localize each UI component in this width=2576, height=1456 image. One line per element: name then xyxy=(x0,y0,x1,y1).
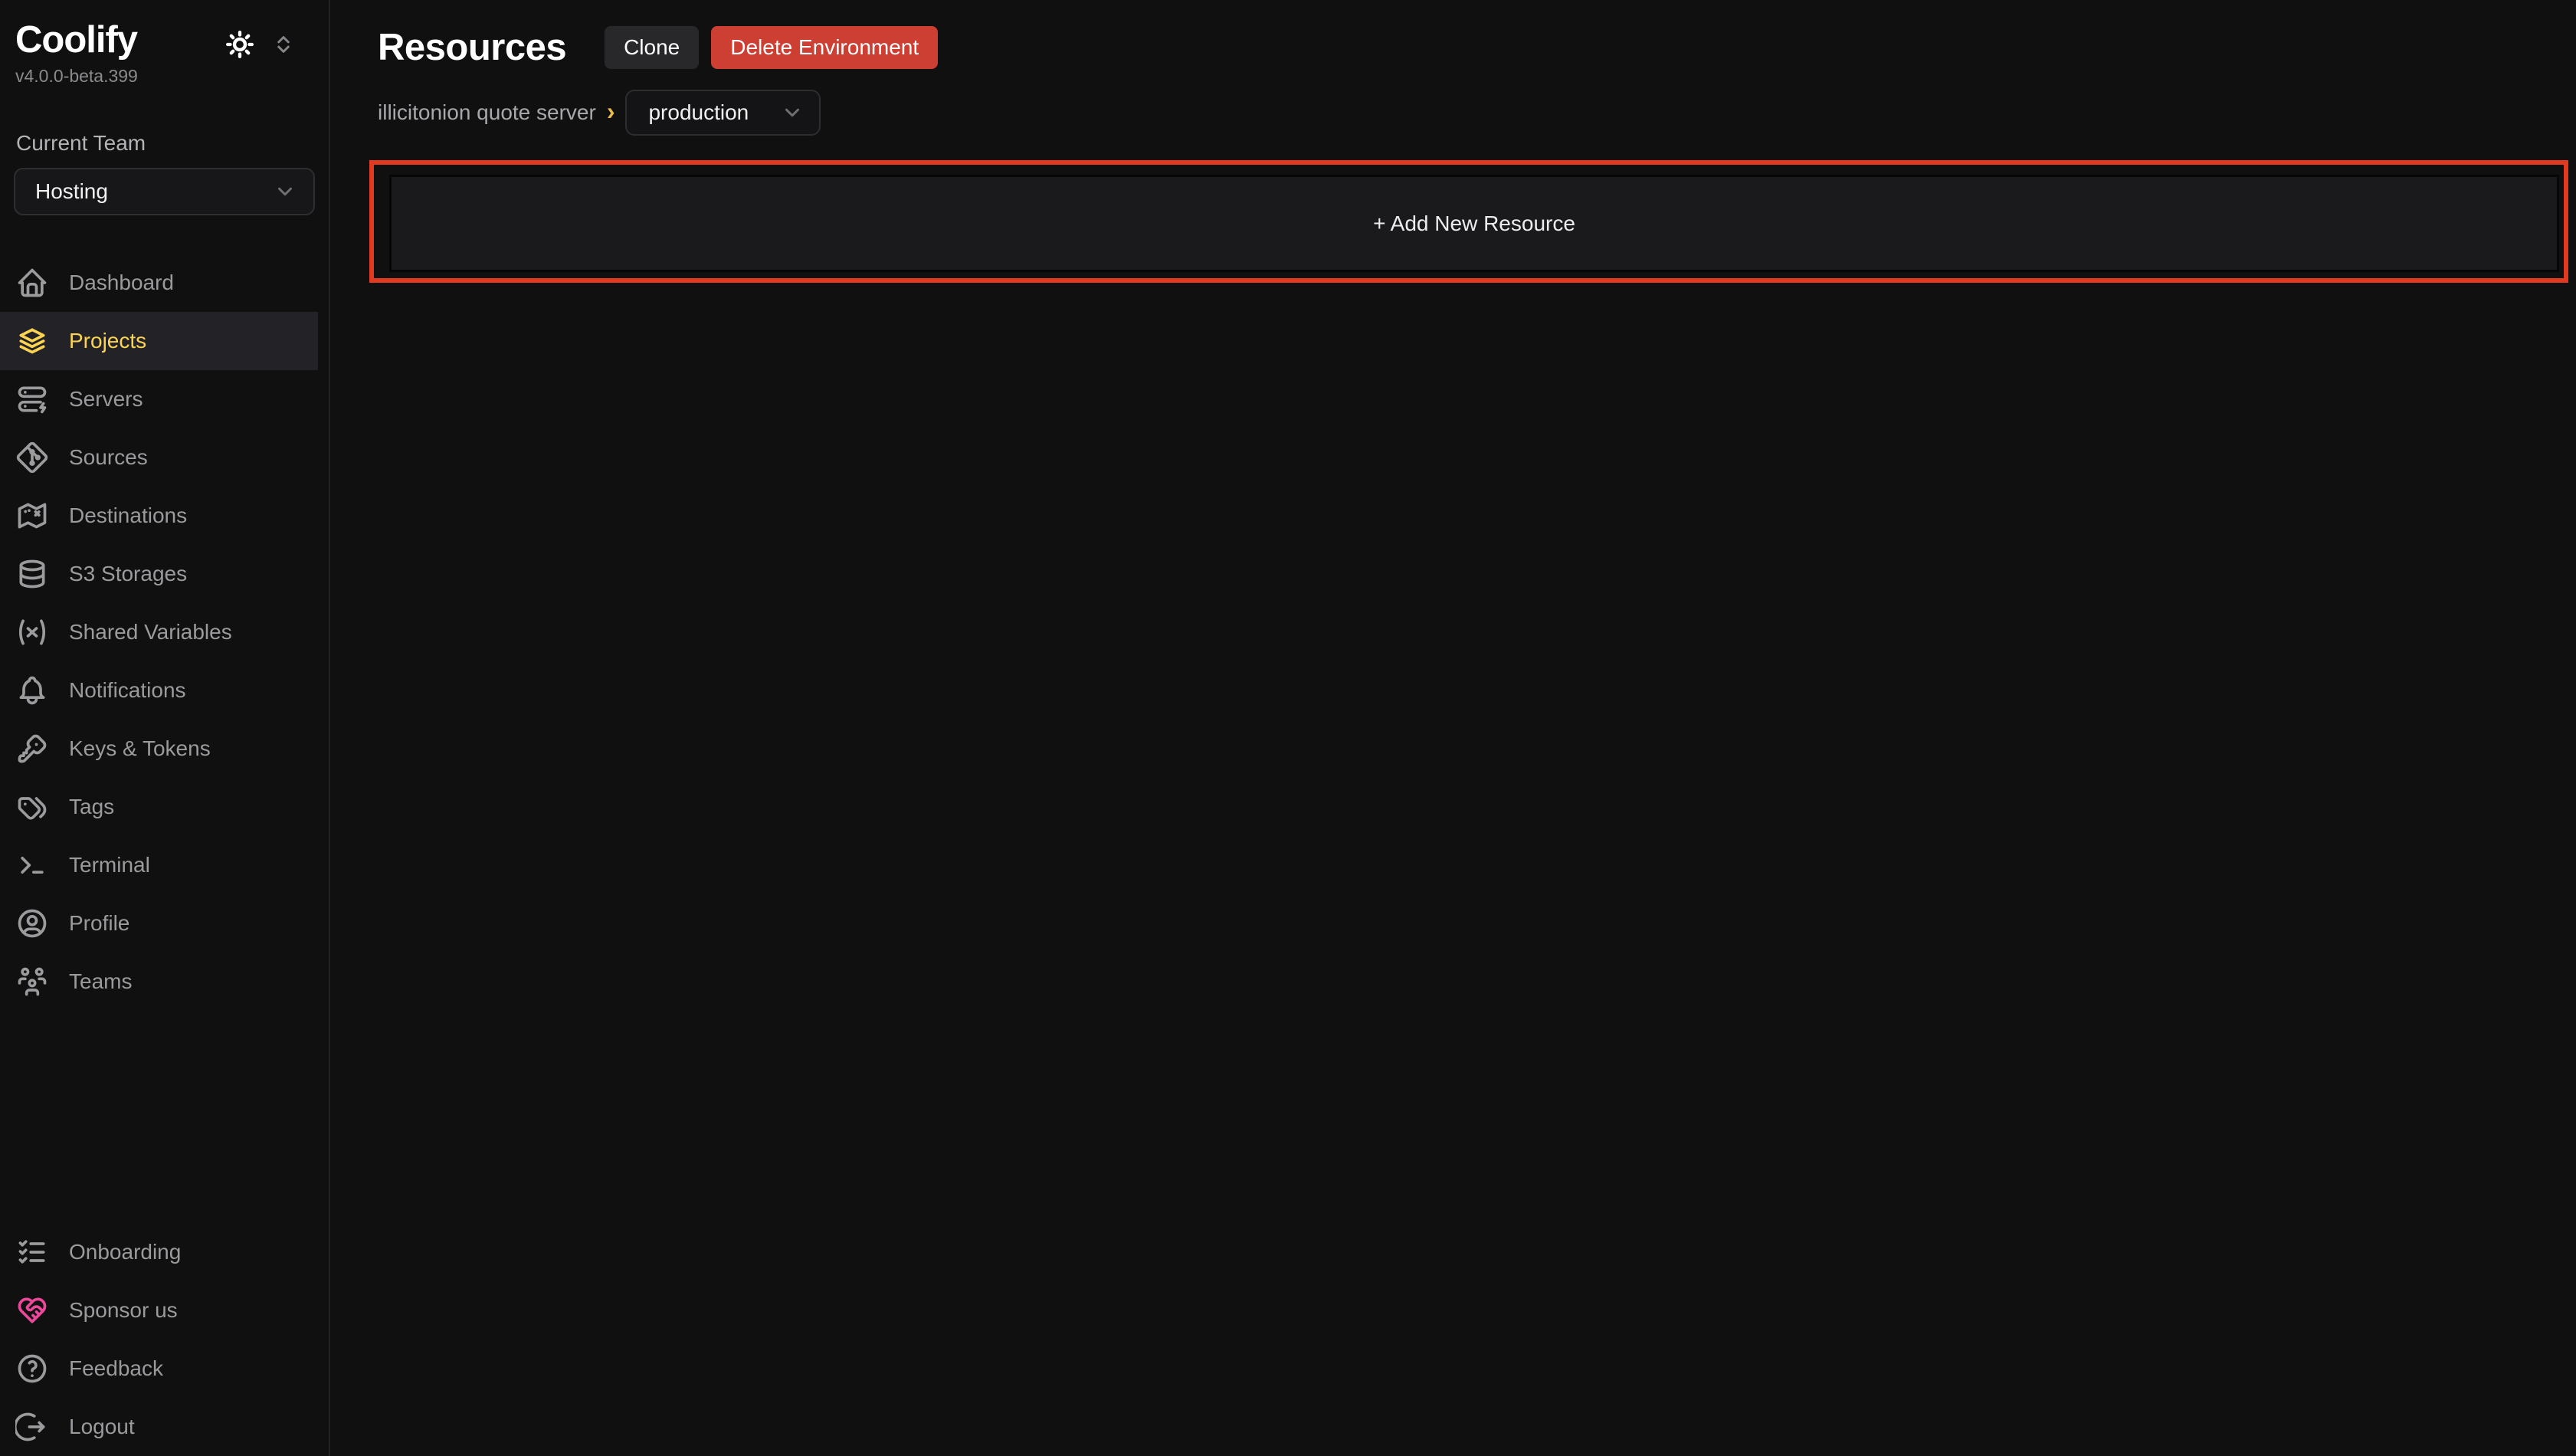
sidebar-item-label: Dashboard xyxy=(69,271,174,295)
environment-select-value: production xyxy=(648,100,749,125)
sidebar-item-label: Terminal xyxy=(69,853,150,877)
sidebar-item-terminal[interactable]: Terminal xyxy=(0,836,318,894)
breadcrumb-project-link[interactable]: illicitonion quote server xyxy=(378,100,596,125)
sidebar-item-label: Onboarding xyxy=(69,1240,181,1264)
sidebar-nav: Dashboard Projects Servers Sources Desti… xyxy=(0,254,329,1011)
chevron-down-icon xyxy=(274,180,297,203)
sidebar-item-label: Feedback xyxy=(69,1356,163,1381)
map-icon xyxy=(15,499,49,533)
sidebar-item-label: Sources xyxy=(69,445,148,470)
database-icon xyxy=(15,557,49,591)
sidebar-item-tags[interactable]: Tags xyxy=(0,778,318,836)
sidebar-item-notifications[interactable]: Notifications xyxy=(0,661,318,720)
logout-icon xyxy=(15,1410,49,1444)
team-select-value: Hosting xyxy=(35,179,108,204)
sidebar-item-shared-variables[interactable]: Shared Variables xyxy=(0,603,318,661)
chevron-right-icon: › xyxy=(607,97,615,126)
page-header: Resources Clone Delete Environment xyxy=(378,25,2576,71)
users-group-icon xyxy=(15,965,49,999)
clone-button[interactable]: Clone xyxy=(605,26,699,69)
sidebar-item-label: Logout xyxy=(69,1415,135,1439)
server-bolt-icon xyxy=(15,382,49,416)
variable-icon xyxy=(15,615,49,649)
sidebar-item-teams[interactable]: Teams xyxy=(0,953,318,1011)
sidebar-item-destinations[interactable]: Destinations xyxy=(0,487,318,545)
bell-icon xyxy=(15,674,49,707)
key-icon xyxy=(15,732,49,766)
sidebar-item-sources[interactable]: Sources xyxy=(0,428,318,487)
chevron-down-icon xyxy=(781,101,804,124)
sidebar-controls xyxy=(224,29,295,60)
help-circle-icon xyxy=(15,1352,49,1385)
breadcrumb: illicitonion quote server › production xyxy=(378,90,2576,136)
logo-row: Coolify v4.0.0-beta.399 xyxy=(0,0,329,87)
sidebar-item-profile[interactable]: Profile xyxy=(0,894,318,953)
sidebar-footer-nav: Onboarding Sponsor us Feedback Logout xyxy=(0,1223,329,1456)
sidebar-item-projects[interactable]: Projects xyxy=(0,312,318,370)
app-version: v4.0.0-beta.399 xyxy=(15,66,138,87)
sidebar-item-onboarding[interactable]: Onboarding xyxy=(0,1223,318,1281)
git-icon xyxy=(15,441,49,474)
sidebar-item-label: Projects xyxy=(69,329,146,353)
add-new-resource-label: + Add New Resource xyxy=(1373,212,1575,236)
app-logo: Coolify xyxy=(15,20,138,61)
sun-icon[interactable] xyxy=(224,29,255,60)
sidebar-item-label: Shared Variables xyxy=(69,620,232,644)
heart-handshake-icon xyxy=(15,1294,49,1327)
environment-select[interactable]: production xyxy=(625,90,821,136)
current-team-label: Current Team xyxy=(16,131,329,156)
sidebar-item-label: Sponsor us xyxy=(69,1298,178,1323)
sidebar-item-dashboard[interactable]: Dashboard xyxy=(0,254,318,312)
sidebar-item-label: Notifications xyxy=(69,678,186,703)
checklist-icon xyxy=(15,1235,49,1269)
sidebar-item-s3-storages[interactable]: S3 Storages xyxy=(0,545,318,603)
collapse-chevrons-icon[interactable] xyxy=(272,31,295,57)
home-icon xyxy=(15,266,49,300)
sidebar-item-label: Tags xyxy=(69,795,114,819)
delete-environment-button[interactable]: Delete Environment xyxy=(711,26,938,69)
user-circle-icon xyxy=(15,907,49,940)
sidebar-item-label: Destinations xyxy=(69,503,187,528)
sidebar-item-label: Keys & Tokens xyxy=(69,736,211,761)
sidebar-item-sponsor[interactable]: Sponsor us xyxy=(0,1281,318,1340)
sidebar-item-label: Servers xyxy=(69,387,143,412)
team-select[interactable]: Hosting xyxy=(14,168,315,215)
sidebar: Coolify v4.0.0-beta.399 Current Team Hos… xyxy=(0,0,330,1456)
terminal-icon xyxy=(15,848,49,882)
tags-icon xyxy=(15,790,49,824)
sidebar-item-logout[interactable]: Logout xyxy=(0,1398,318,1456)
sidebar-item-keys-tokens[interactable]: Keys & Tokens xyxy=(0,720,318,778)
sidebar-item-feedback[interactable]: Feedback xyxy=(0,1340,318,1398)
sidebar-item-label: Teams xyxy=(69,969,132,994)
stack-icon xyxy=(15,324,49,358)
sidebar-item-label: S3 Storages xyxy=(69,562,187,586)
add-new-resource-button[interactable]: + Add New Resource xyxy=(389,175,2559,272)
sidebar-item-servers[interactable]: Servers xyxy=(0,370,318,428)
sidebar-item-label: Profile xyxy=(69,911,129,936)
page-title: Resources xyxy=(378,26,566,69)
